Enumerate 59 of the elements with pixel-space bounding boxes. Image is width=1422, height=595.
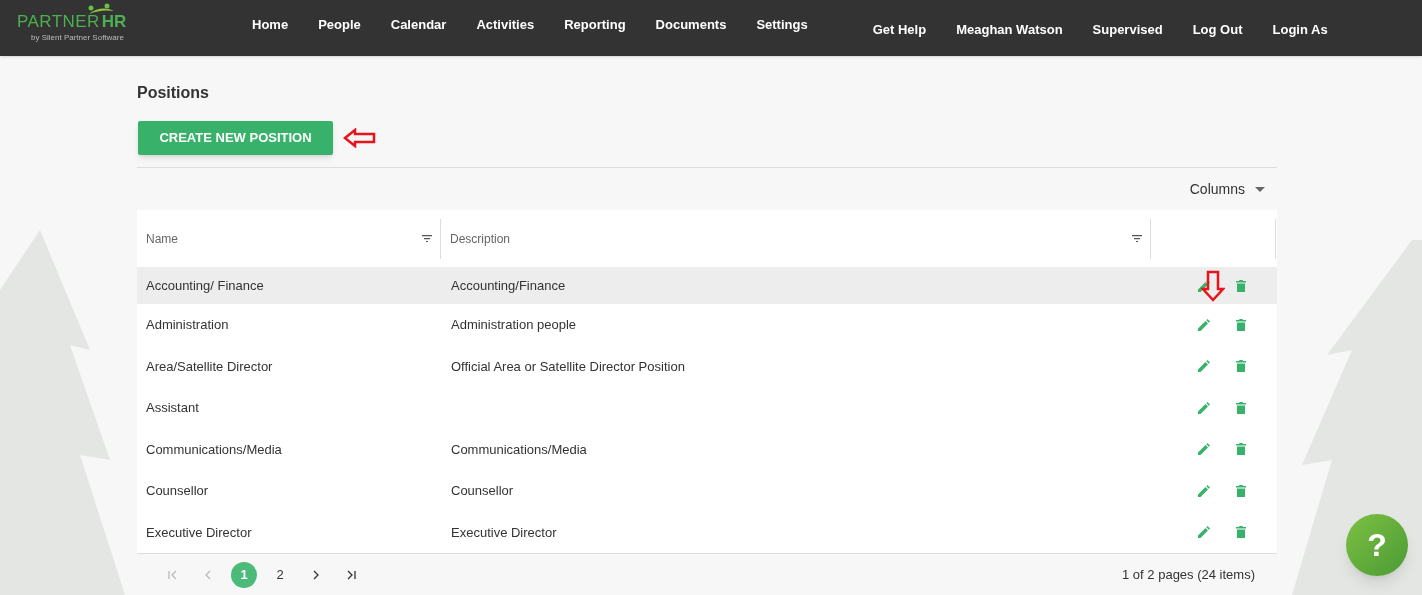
column-header[interactable]: Description <box>450 229 511 248</box>
page-button[interactable]: 2 <box>267 561 293 588</box>
last-page-icon[interactable] <box>347 569 357 580</box>
nav-link[interactable]: Supervised <box>1092 20 1163 40</box>
trash-icon[interactable] <box>1236 318 1246 331</box>
table-cell: Accounting/Finance <box>451 277 566 293</box>
table-cell: Official Area or Satellite Director Position <box>451 358 685 374</box>
pager-summary: 1 of 2 pages (24 items) <box>1122 565 1255 584</box>
table-cell: Administration <box>146 317 229 332</box>
trash-icon[interactable] <box>1236 484 1246 497</box>
trash-icon[interactable] <box>1236 526 1246 539</box>
table-cell: Accounting/ Finance <box>146 277 264 293</box>
annotation-arrow-icon <box>1201 270 1225 302</box>
nav-link[interactable]: Documents <box>655 15 727 35</box>
nav-link[interactable]: People <box>318 15 361 35</box>
annotation-arrow-icon <box>343 128 377 148</box>
trash-icon[interactable] <box>1236 443 1246 456</box>
next-page-icon[interactable] <box>311 569 321 580</box>
first-page-icon[interactable] <box>167 569 177 580</box>
trash-icon[interactable] <box>1236 401 1246 414</box>
table-cell: Counsellor <box>146 483 209 498</box>
table-cell: Communications/Media <box>146 441 282 457</box>
columns-menu-button[interactable]: Columns <box>1189 178 1265 200</box>
logo-tagline: by Silent Partner Software <box>31 31 124 44</box>
nav-link[interactable]: Get Help <box>872 20 927 40</box>
table-cell: Executive Director <box>451 524 557 540</box>
table-cell: Area/Satellite Director <box>146 358 273 374</box>
edit-icon[interactable] <box>1198 360 1210 373</box>
nav-link[interactable]: Settings <box>756 15 808 35</box>
table-cell: Communications/Media <box>451 441 587 457</box>
nav-link[interactable]: Calendar <box>390 15 447 35</box>
filter-icon[interactable] <box>422 235 432 242</box>
column-header[interactable]: Name <box>146 229 178 248</box>
nav-link[interactable]: Meaghan Watson <box>956 20 1063 40</box>
table-cell: Assistant <box>146 400 199 415</box>
edit-icon[interactable] <box>1198 443 1210 456</box>
nav-link[interactable]: Login As <box>1272 20 1328 40</box>
logo-accent-text: HR <box>101 12 127 30</box>
edit-icon[interactable] <box>1198 484 1210 497</box>
table-cell: Executive Director <box>146 524 252 540</box>
logo-text: PARTNER <box>17 12 100 30</box>
edit-icon[interactable] <box>1198 279 1210 292</box>
nav-link[interactable]: Home <box>252 15 289 35</box>
edit-icon[interactable] <box>1198 526 1210 539</box>
table-cell: Administration people <box>451 317 577 332</box>
nav-link[interactable]: Log Out <box>1192 20 1243 40</box>
trash-icon[interactable] <box>1236 279 1246 292</box>
caret-icon <box>1255 186 1265 192</box>
nav-link[interactable]: Reporting <box>564 15 626 35</box>
page-title: Positions <box>137 83 210 103</box>
filter-icon[interactable] <box>1132 235 1142 242</box>
edit-icon[interactable] <box>1198 318 1210 331</box>
table-row[interactable]: Accounting/ Finance Accounting/Finance <box>137 267 1277 304</box>
people-logo-icon <box>87 2 115 15</box>
nav-link[interactable]: Activities <box>476 15 535 35</box>
table-cell: Counsellor <box>451 483 514 498</box>
trash-icon[interactable] <box>1236 360 1246 373</box>
previous-page-icon[interactable] <box>203 569 213 580</box>
edit-icon[interactable] <box>1198 401 1210 414</box>
